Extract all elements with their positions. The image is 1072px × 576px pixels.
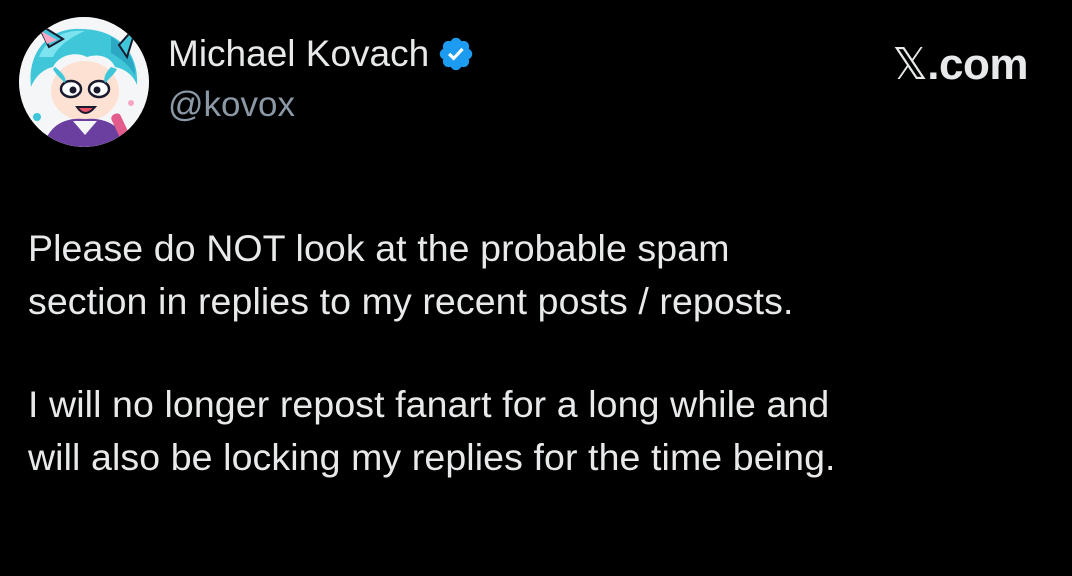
site-label: 𝕏.com [892,40,1028,90]
post-text-line: will also be locking my replies for the … [28,436,836,478]
avatar[interactable] [19,17,149,147]
avatar-illustration [19,17,149,147]
paragraph-divider [28,328,1058,378]
verified-badge-icon[interactable] [437,35,475,73]
x-logo-icon: 𝕏 [892,39,928,90]
post-body: Please do NOT look at the probable spam … [28,222,1058,484]
post-card: Michael Kovach @kovox 𝕏.com Please do NO… [0,0,1072,576]
author-name[interactable]: Michael Kovach [168,32,475,76]
site-domain-suffix: .com [927,40,1028,89]
post-text-line: Please do NOT look at the probable spam [28,227,730,269]
author-name-text: Michael Kovach [168,33,430,74]
post-text-line: I will no longer repost fanart for a lon… [28,383,830,425]
post-text-line: section in replies to my recent posts / … [28,280,794,322]
author-handle[interactable]: @kovox [168,84,295,126]
